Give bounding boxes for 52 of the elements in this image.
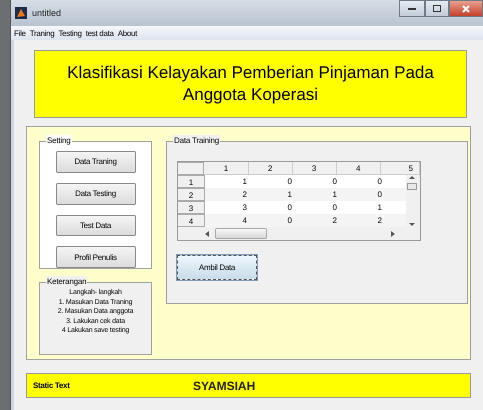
scroll-down-icon[interactable] [409,222,415,227]
author-name: SYAMSIAH [193,378,256,392]
menu-item[interactable]: Traning [30,28,54,38]
table-cell-text: 1 [286,189,293,201]
maximize-button[interactable] [425,0,449,17]
scroll-right-icon[interactable] [391,230,395,236]
table-cell-text: 1 [242,176,248,188]
menu-item[interactable]: Testing [58,28,82,38]
row-header[interactable]: 3 [178,201,205,214]
table-cell-text: 0 [376,176,383,188]
scroll-left-icon[interactable] [205,230,209,236]
static-label: Static Text [33,381,71,390]
menu-item[interactable]: test data [86,28,114,38]
table-cell-text: 2 [332,215,338,227]
table-cell-text: 1 [332,189,338,201]
table-cell-text: 2 [376,215,383,227]
close-icon [462,4,470,12]
scroll-thumb[interactable] [215,228,267,239]
group-title: Keterangan [46,276,88,288]
close-button[interactable] [449,0,483,17]
vertical-scrollbar[interactable] [406,175,418,227]
app-icon [15,7,27,19]
horizontal-scrollbar[interactable] [205,228,395,240]
table-cell-text: 0 [332,176,338,188]
menu-button[interactable]: Profil Penulis [56,246,136,268]
minimize-button[interactable] [399,0,425,17]
table-cell-text: 0 [286,215,293,227]
row-header[interactable]: 1 [178,175,205,188]
table-cell-text: 3 [242,202,248,214]
app-title: Klasifikasi Kelayakan Pemberian Pinjaman Pada Anggota Koperasi [66,62,435,106]
menu-item[interactable]: File [14,28,26,38]
table-cell-text: 0 [332,202,338,214]
table-cell-text: 0 [286,176,293,188]
table-cell-text: 4 [242,215,248,227]
menu-button[interactable]: Data Traning [56,151,136,173]
table-cell-text: 2 [242,189,248,201]
row-header[interactable]: 4 [178,214,205,227]
menu-button[interactable]: Test Data [56,214,136,236]
scroll-thumb[interactable] [407,182,417,190]
group-title: Data Training [173,135,220,147]
menu-item[interactable]: About [118,28,138,38]
table-cell-text: 0 [376,189,383,201]
scroll-up-icon[interactable] [409,175,415,180]
row-header[interactable]: 2 [178,188,205,201]
window-title: untitled [32,8,62,18]
menu-button[interactable]: Data Testing [56,182,136,204]
minimize-icon [408,7,416,10]
maximize-icon [433,5,441,12]
table-cell-text: 0 [286,202,293,214]
group-title: Setting [46,135,72,147]
load-data-button[interactable]: Ambil Data [177,255,257,280]
table-cell-text: 1 [376,202,383,214]
